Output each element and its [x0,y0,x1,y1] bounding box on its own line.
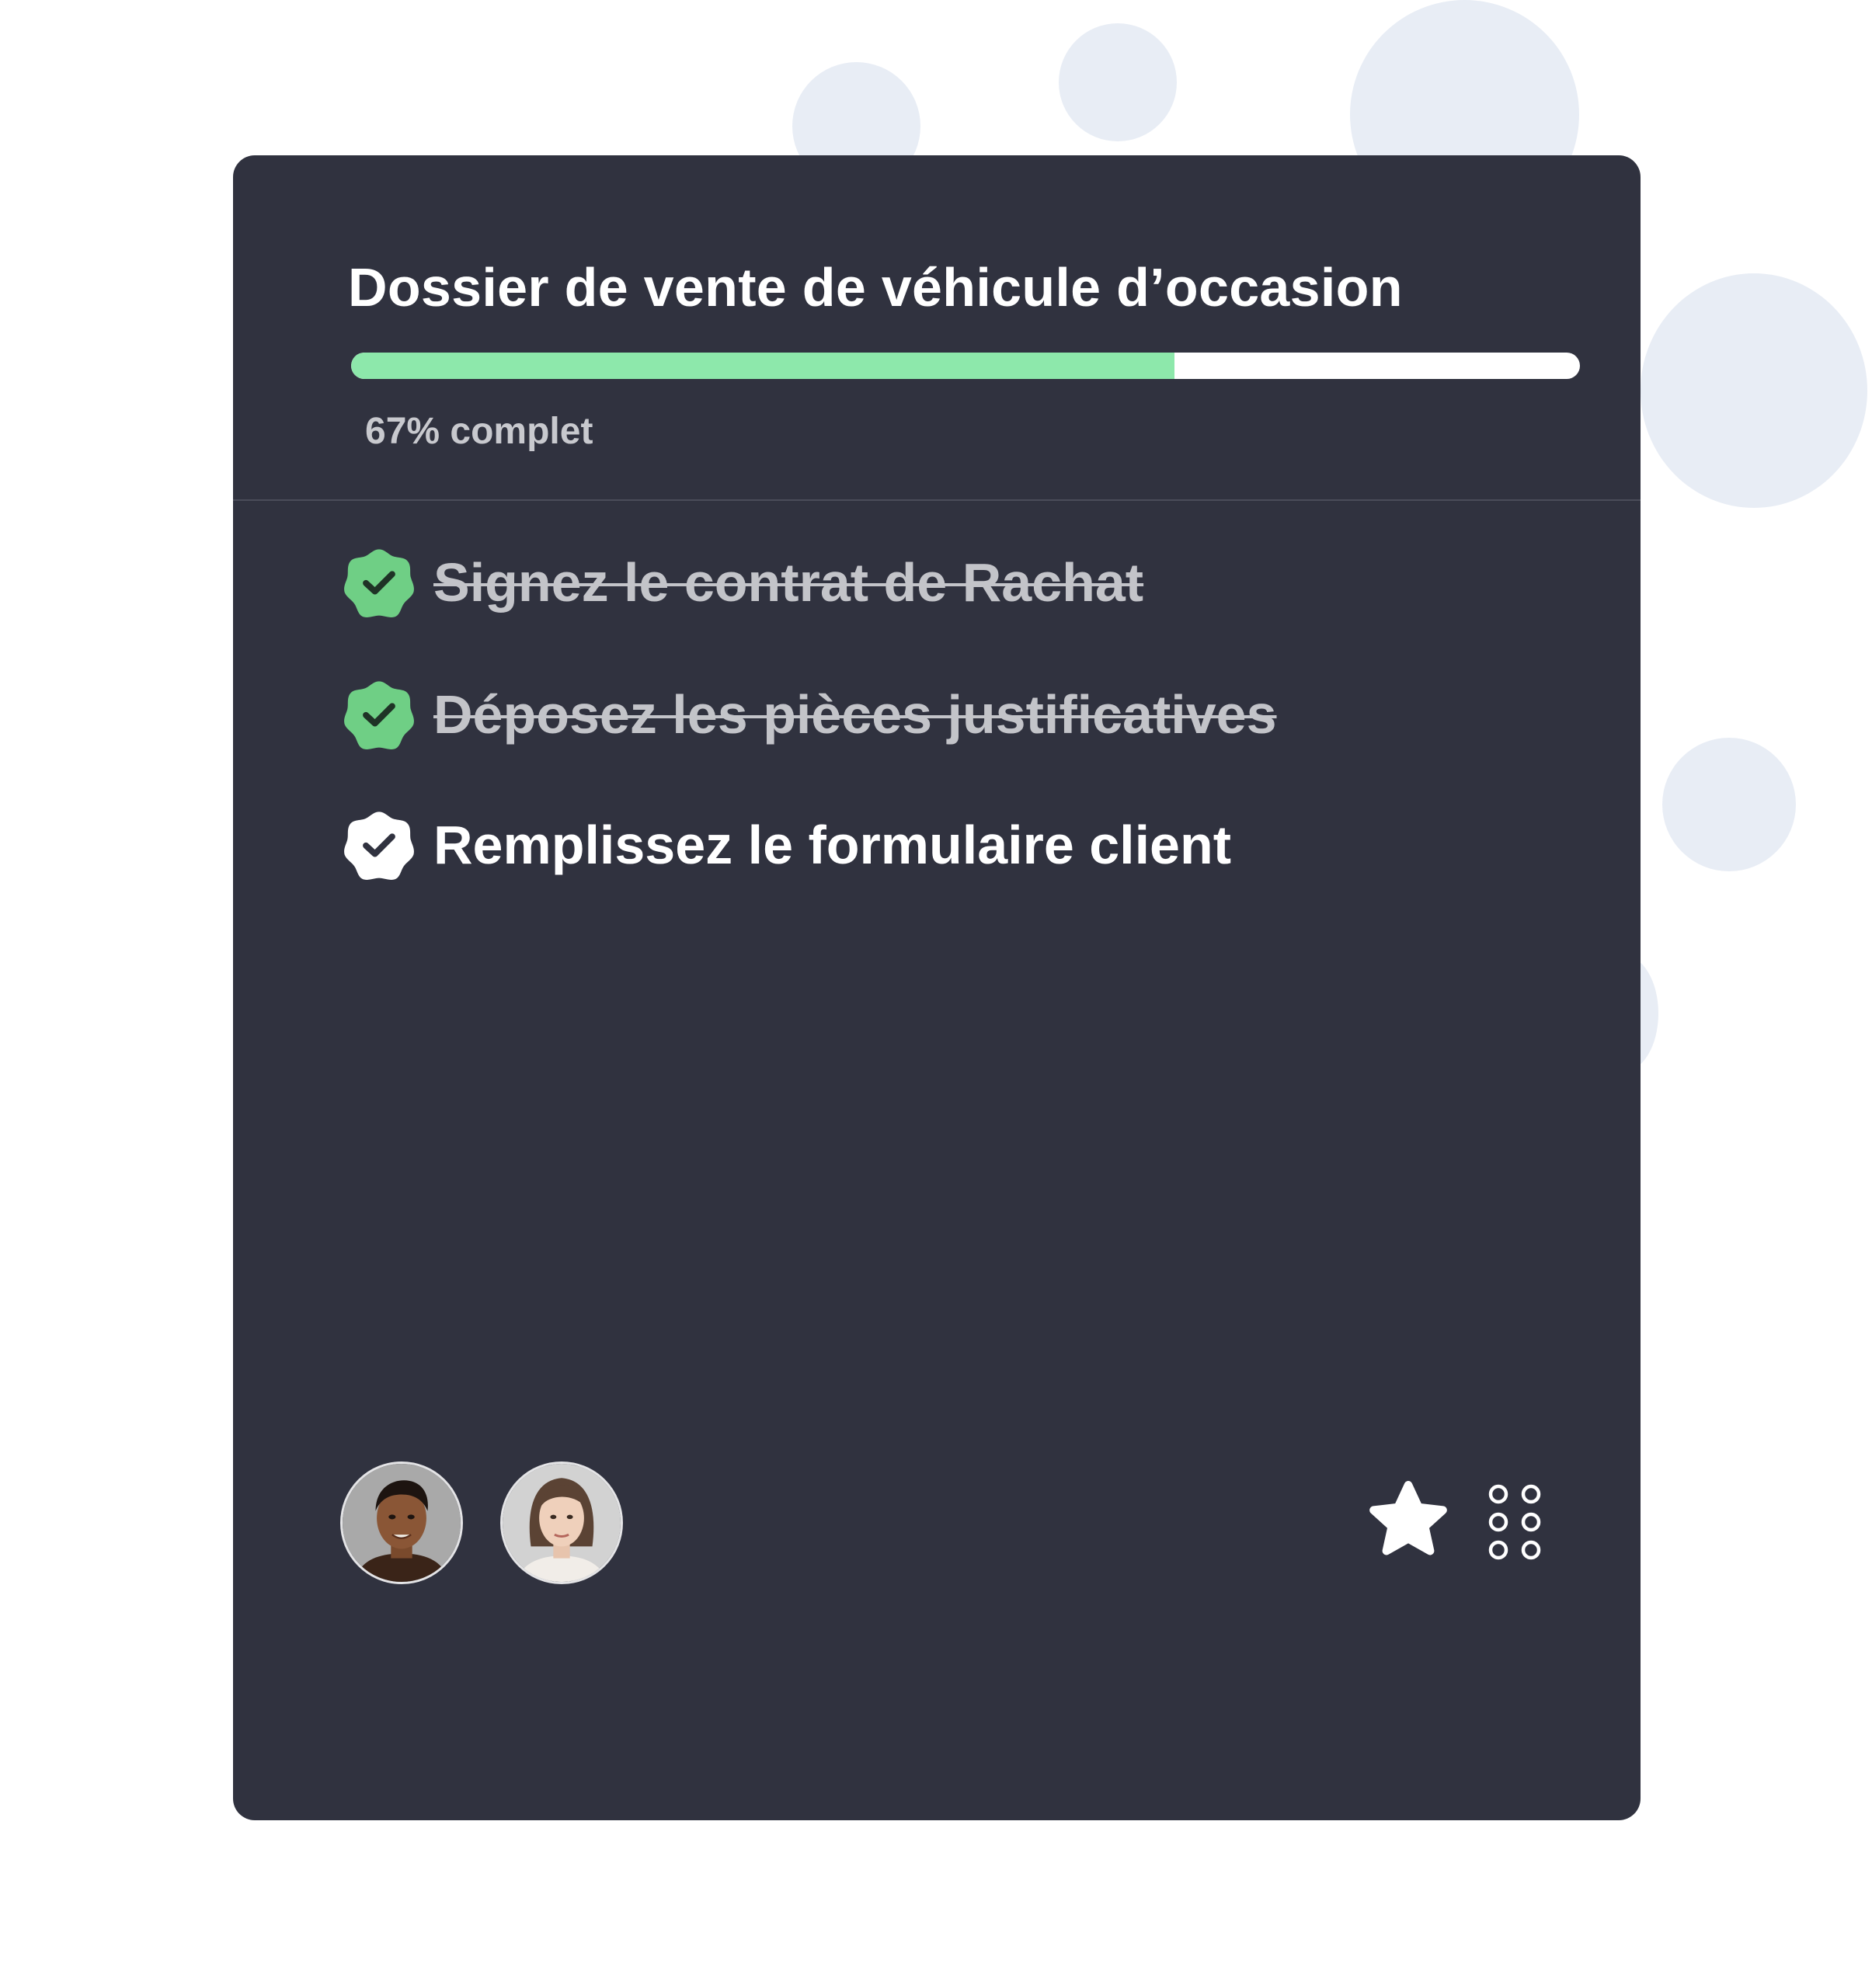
verified-badge-icon [344,681,414,749]
task-label: Signez le contrat de Rachat [433,552,1144,613]
task-label: Remplissez le formulaire client [433,815,1232,875]
avatar[interactable] [340,1461,463,1584]
task-item-signez-contrat[interactable]: Signez le contrat de Rachat [342,544,1143,621]
background-bubble [1641,273,1867,508]
more-options-button[interactable] [1484,1480,1547,1564]
star-icon [1369,1481,1447,1555]
avatar[interactable] [500,1461,623,1584]
progress-bar [351,353,1580,379]
card-header: Dossier de vente de véhicule d’occasion … [233,155,1641,501]
background-bubble [1059,23,1177,141]
dossier-card: Dossier de vente de véhicule d’occasion … [233,155,1641,1820]
card-title: Dossier de vente de véhicule d’occasion [348,257,1403,318]
favorite-button[interactable] [1367,1480,1449,1562]
verified-badge-icon [344,812,414,880]
task-label: Déposez les pièces justificatives [433,684,1277,745]
verified-badge-icon [344,549,414,617]
task-item-remplissez-formulaire[interactable]: Remplissez le formulaire client [342,806,1231,884]
background-bubble [1662,738,1796,871]
progress-label: 67% complet [365,411,593,452]
progress-bar-fill [351,353,1174,379]
task-item-deposez-pieces[interactable]: Déposez les pièces justificatives [342,676,1277,753]
grid-dots-icon [1488,1484,1541,1560]
